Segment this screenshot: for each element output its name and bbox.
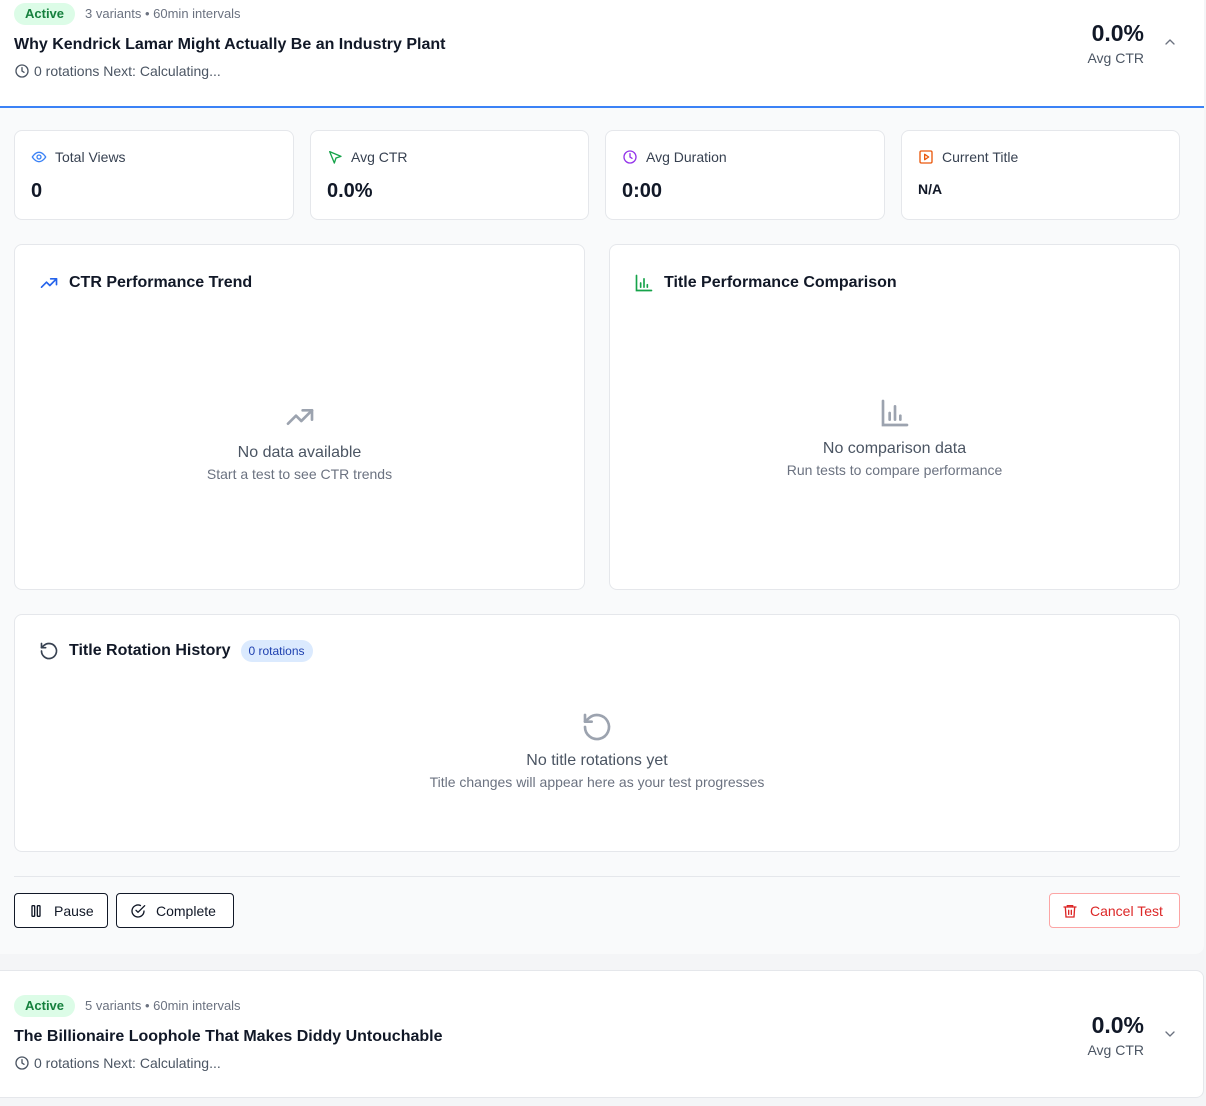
rotation-history-panel: Title Rotation History 0 rotations No ti… [14,614,1180,852]
chevron-up-icon[interactable] [1162,34,1178,50]
test-card-expanded: Active 3 variants • 60min intervals Why … [0,0,1204,954]
button-label: Cancel Test [1090,902,1163,919]
cancel-test-button[interactable]: Cancel Test [1049,893,1180,928]
button-label: Pause [54,902,94,919]
stat-value: 0:00 [622,180,663,202]
rotations-count-badge: 0 rotations [240,640,313,662]
bar-chart-icon [635,274,653,292]
title-comparison-panel: Title Performance Comparison No comparis… [609,244,1180,590]
empty-title: No comparison data [822,440,967,457]
test-title: The Billionaire Loophole That Makes Didd… [14,1028,443,1045]
rotate-ccw-icon [583,713,611,741]
rotate-ccw-icon [40,642,58,660]
play-icon [919,150,933,164]
avg-ctr-value: 0.0% [1091,20,1144,46]
stat-value: N/A [918,181,943,197]
clock-icon [623,150,637,164]
test-title: Why Kendrick Lamar Might Actually Be an … [14,36,446,53]
rotation-status: 0 rotations Next: Calculating... [34,63,221,79]
empty-subtitle: Title changes will appear here as your t… [429,774,765,790]
stat-label: Avg CTR [351,149,408,165]
panel-title: Title Rotation History [69,642,231,659]
clock-icon [15,64,29,78]
complete-button[interactable]: Complete [116,893,234,928]
empty-state: No data available Start a test to see CT… [15,401,584,483]
stat-avg-ctr: Avg CTR 0.0% [310,130,589,220]
stat-label: Current Title [942,149,1019,165]
test-card-header[interactable]: Active 3 variants • 60min intervals Why … [0,0,1204,108]
bar-chart-icon [881,399,908,427]
empty-title: No data available [237,444,362,461]
test-subline: 0 rotations Next: Calculating... [14,63,221,79]
stat-label: Total Views [55,149,126,165]
clock-icon [15,1056,29,1070]
pause-button[interactable]: Pause [14,893,108,928]
avg-ctr-label: Avg CTR [1087,1042,1144,1058]
chevron-down-icon[interactable] [1162,1026,1178,1042]
cursor-icon [329,151,342,164]
test-subline: 0 rotations Next: Calculating... [14,1055,221,1071]
check-circle-icon [131,903,146,918]
ctr-trend-panel: CTR Performance Trend No data available … [14,244,585,590]
divider [14,876,1180,877]
stat-value: 0.0% [327,180,373,202]
empty-subtitle: Run tests to compare performance [786,462,1003,478]
pause-icon [31,904,41,917]
stat-current-title: Current Title N/A [901,130,1180,220]
avg-ctr-label: Avg CTR [1087,50,1144,66]
stat-value: 0 [31,180,43,202]
panel-title: Title Performance Comparison [664,274,897,291]
stat-avg-duration: Avg Duration 0:00 [605,130,885,220]
trending-up-icon [40,278,58,288]
status-badge: Active [14,3,76,25]
eye-icon [31,151,47,163]
test-card-collapsed[interactable]: Active 5 variants • 60min intervals The … [0,970,1204,1098]
rotation-status: 0 rotations Next: Calculating... [34,1055,221,1071]
empty-state: No comparison data Run tests to compare … [610,397,1179,479]
button-label: Complete [156,902,216,919]
trending-up-icon [286,409,313,425]
empty-title: No title rotations yet [526,752,668,769]
stat-label: Avg Duration [646,149,727,165]
empty-state: No title rotations yet Title changes wil… [15,711,1179,791]
avg-ctr-value: 0.0% [1091,1012,1144,1038]
panel-title: CTR Performance Trend [69,274,253,291]
stat-total-views: Total Views 0 [14,130,294,220]
empty-subtitle: Start a test to see CTR trends [206,466,393,482]
trash-icon [1063,904,1077,918]
status-badge: Active [14,995,76,1017]
test-meta: 3 variants • 60min intervals [85,6,241,21]
test-meta: 5 variants • 60min intervals [85,998,241,1013]
